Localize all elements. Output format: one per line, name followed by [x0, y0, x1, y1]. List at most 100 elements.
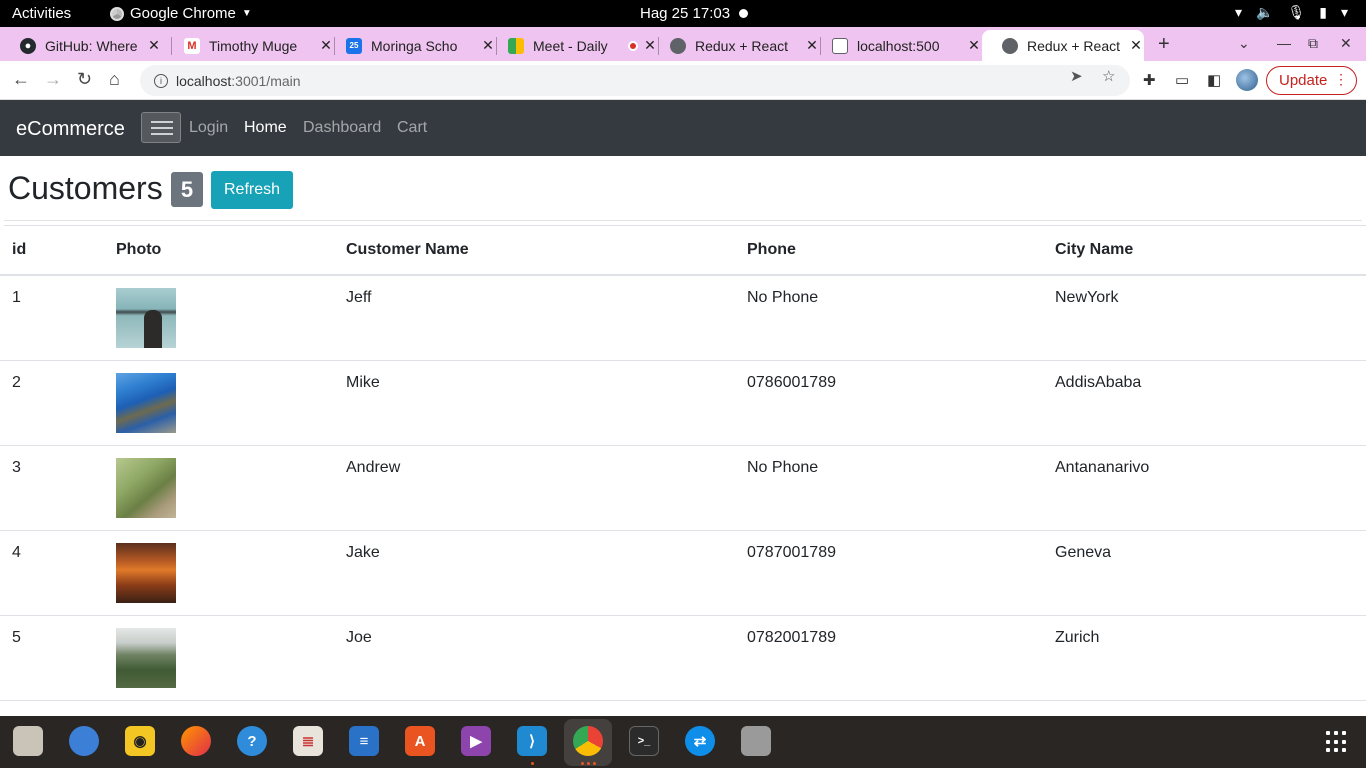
url-path: :3001/main	[231, 72, 301, 89]
tab-title: localhost:500	[857, 37, 940, 54]
url-host: localhost	[176, 72, 232, 89]
nav-link-dashboard[interactable]: Dashboard	[303, 119, 381, 137]
bookmark-star-icon[interactable]: ☆	[1102, 67, 1115, 85]
rhythmbox-icon[interactable]: ◉	[125, 726, 155, 756]
tab-gmail[interactable]: M Timothy Muge ✕	[164, 30, 334, 61]
reload-icon[interactable]: ↻	[77, 69, 92, 90]
cast-icon[interactable]: ▭	[1175, 71, 1189, 89]
back-icon[interactable]: ←	[12, 69, 30, 90]
cell-photo	[104, 360, 334, 446]
writer-icon[interactable]: ≡	[349, 726, 379, 756]
page-title: Customers	[8, 170, 163, 206]
vscode-icon[interactable]: ⟩	[517, 726, 547, 756]
cell-city: Antananarivo	[1043, 445, 1366, 531]
running-indicator	[531, 762, 534, 765]
side-panel-icon[interactable]: ◧	[1207, 71, 1221, 89]
close-window-icon[interactable]: ✕	[1340, 35, 1352, 52]
customer-photo	[116, 542, 176, 603]
teamviewer-icon[interactable]: ⇄	[685, 726, 715, 756]
device-icon[interactable]	[741, 726, 771, 756]
refresh-button[interactable]: Refresh	[211, 171, 293, 209]
nav-link-cart[interactable]: Cart	[397, 119, 427, 137]
forward-icon[interactable]: →	[44, 69, 62, 90]
minimize-icon[interactable]: —	[1277, 35, 1291, 51]
tab-title: Redux + React	[1027, 37, 1120, 54]
cell-customer-name: Andrew	[334, 445, 735, 531]
info-icon[interactable]: i	[154, 73, 168, 88]
customer-photo	[116, 288, 176, 348]
profile-avatar[interactable]	[1236, 69, 1258, 91]
cell-city: Geneva	[1043, 530, 1366, 616]
text-editor-icon[interactable]: ≣	[293, 726, 323, 756]
column-header-customer-name: Customer Name	[334, 226, 735, 276]
tab-localhost[interactable]: localhost:500 ✕	[812, 30, 982, 61]
update-label: Update	[1279, 72, 1328, 89]
tab-redux-react-1[interactable]: Redux + React ✕	[650, 30, 820, 61]
tab-meet[interactable]: Meet - Daily ✕	[488, 30, 658, 61]
show-apps-icon[interactable]	[1326, 731, 1348, 753]
cell-photo	[104, 445, 334, 531]
tab-title: Moringa Scho	[371, 37, 458, 54]
software-icon[interactable]: A	[405, 726, 435, 756]
tab-github[interactable]: ● GitHub: Where ✕	[0, 30, 162, 61]
home-icon[interactable]: ⌂	[109, 69, 120, 90]
caret-down-icon: ▼	[241, 8, 252, 19]
chrome-icon[interactable]	[573, 726, 603, 756]
local-icon	[832, 37, 848, 54]
cell-id: 5	[0, 615, 104, 701]
tab-redux-react-active[interactable]: Redux + React ✕	[982, 30, 1144, 61]
app-navbar: eCommerce Login Home Dashboard Cart	[0, 100, 1366, 156]
table-row: 3 Andrew No Phone Antananarivo	[0, 445, 1366, 531]
cell-phone: 0782001789	[735, 615, 1043, 701]
browser-toolbar: ← → ↻ ⌂ i localhost:3001/main ➤ ☆ ✚ ▭ ◧ …	[0, 61, 1366, 100]
nav-link-login[interactable]: Login	[189, 119, 228, 137]
url-text[interactable]: localhost:3001/main	[176, 73, 301, 89]
navbar-toggler-button[interactable]	[141, 112, 181, 143]
hamburger-icon	[151, 133, 173, 135]
thunderbird-icon[interactable]	[69, 726, 99, 756]
system-tray[interactable]: ▾ 🔈 🎙 ▮ ▾	[1235, 4, 1348, 21]
close-icon[interactable]: ✕	[146, 37, 162, 54]
microphone-icon: 🎙	[1287, 4, 1306, 20]
cell-phone: 0786001789	[735, 360, 1043, 446]
tab-moringa[interactable]: 25 Moringa Scho ✕	[326, 30, 496, 61]
cell-customer-name: Mike	[334, 360, 735, 446]
battery-icon: ▮	[1319, 4, 1327, 20]
navbar-brand[interactable]: eCommerce	[16, 118, 125, 141]
nav-link-home[interactable]: Home	[244, 119, 287, 137]
help-icon[interactable]: ?	[237, 726, 267, 756]
column-header-city-name: City Name	[1043, 226, 1366, 276]
activities-button[interactable]: Activities	[12, 5, 71, 22]
menu-dots-icon[interactable]: ⋮	[1334, 71, 1348, 88]
table-row: 2 Mike 0786001789 AddisAbaba	[0, 360, 1366, 446]
update-button[interactable]: Update ⋮	[1266, 66, 1357, 95]
files-icon[interactable]	[13, 726, 43, 756]
hamburger-icon	[151, 127, 173, 129]
terminal-icon[interactable]: >_	[629, 726, 659, 756]
divider	[4, 220, 1362, 221]
cell-city: NewYork	[1043, 275, 1366, 361]
clock[interactable]: Hag 25 17:03	[640, 5, 730, 22]
close-icon[interactable]: ✕	[966, 37, 982, 54]
recording-icon	[628, 40, 638, 51]
cell-photo	[104, 615, 334, 701]
system-top-bar: Activities Google Chrome ▼ Hag 25 17:03 …	[0, 0, 1366, 27]
wifi-icon: ▾	[1235, 4, 1243, 20]
cell-phone: 0787001789	[735, 530, 1043, 616]
cell-id: 2	[0, 360, 104, 446]
cell-photo	[104, 530, 334, 616]
restore-icon[interactable]: ⧉	[1308, 35, 1318, 52]
close-icon[interactable]: ✕	[1128, 37, 1144, 54]
cell-phone: No Phone	[735, 445, 1043, 531]
tab-search-icon[interactable]: ⌄	[1238, 35, 1250, 52]
firefox-icon[interactable]	[181, 726, 211, 756]
send-icon[interactable]: ➤	[1070, 67, 1083, 85]
app-menu[interactable]: Google Chrome ▼	[110, 5, 252, 22]
cell-id: 1	[0, 275, 104, 361]
new-tab-button[interactable]: +	[1158, 33, 1170, 56]
address-bar[interactable]: i localhost:3001/main	[140, 65, 1130, 96]
extensions-icon[interactable]: ✚	[1143, 71, 1156, 89]
caret-down-icon: ▾	[1340, 4, 1348, 20]
notification-dot-icon	[739, 9, 748, 18]
video-icon[interactable]: ▶	[461, 726, 491, 756]
